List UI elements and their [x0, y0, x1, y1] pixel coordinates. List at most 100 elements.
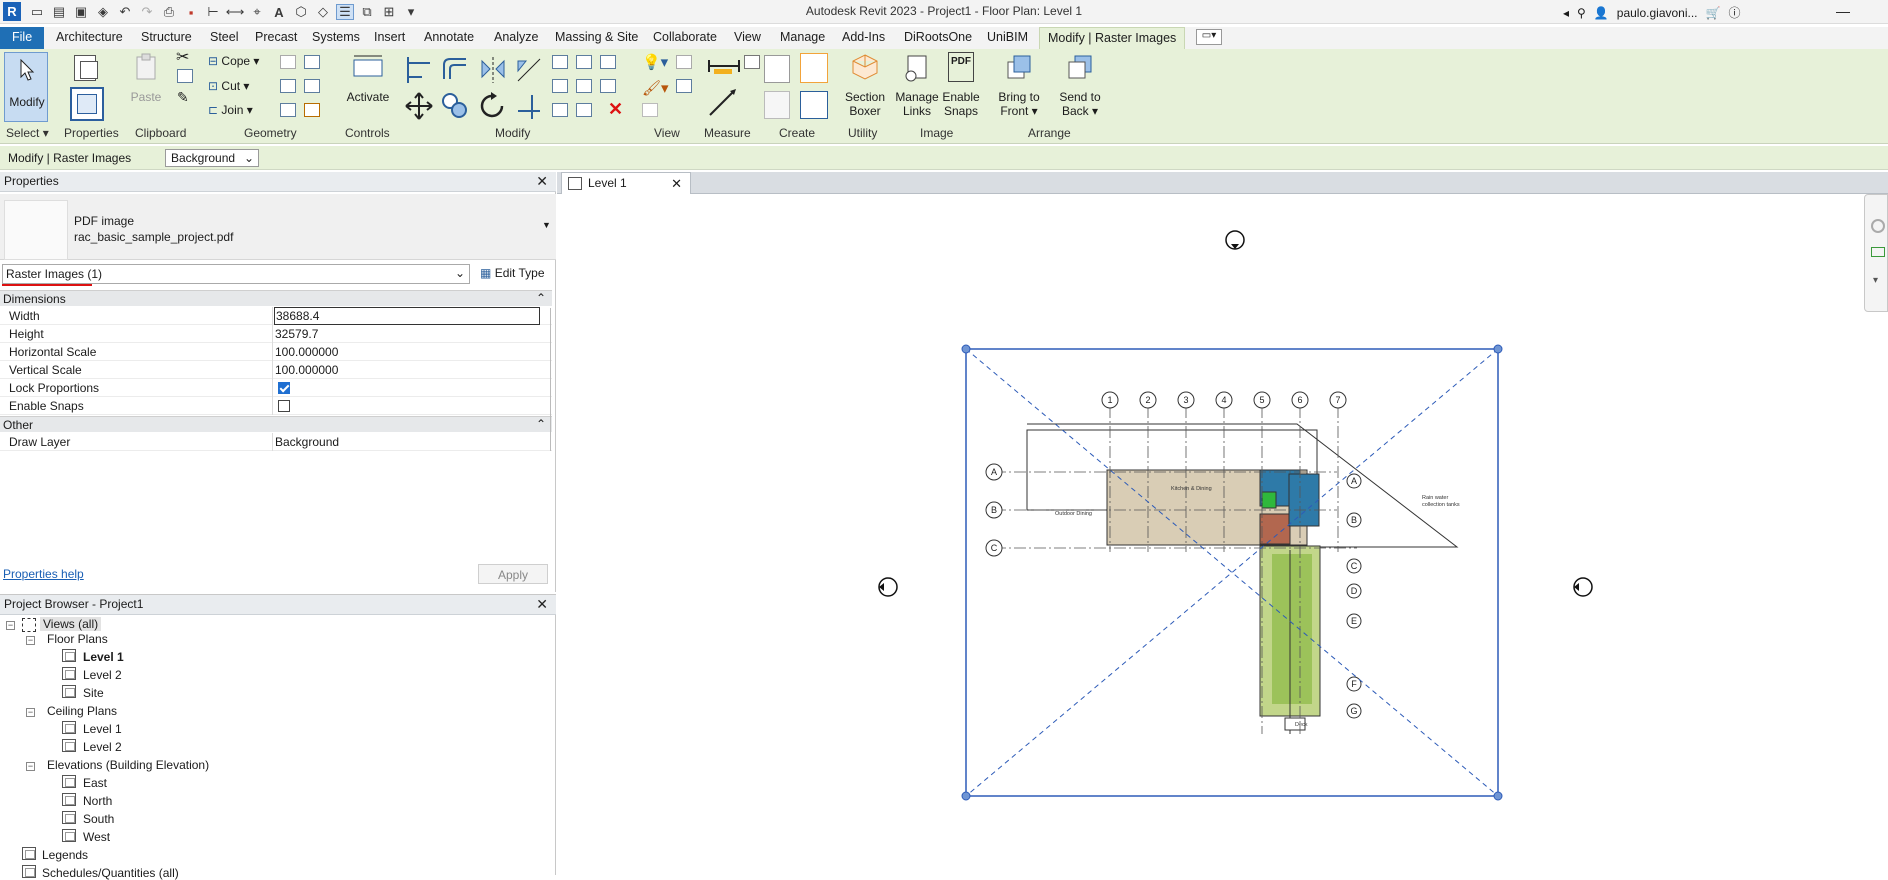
activate-button[interactable]: Activate [344, 52, 392, 104]
tree-floor-plan-level-1[interactable]: Level 1 [83, 650, 124, 664]
trim-single-icon[interactable] [576, 103, 592, 117]
tree-floor-plan-level-2[interactable]: Level 2 [83, 668, 122, 682]
align-icon[interactable] [404, 55, 434, 85]
hide-icon[interactable]: 💡▾ [642, 53, 668, 71]
enable-snaps-checkbox[interactable] [278, 400, 290, 412]
copy-element-icon[interactable] [440, 91, 470, 121]
width-input[interactable]: 38688.4 [274, 307, 540, 325]
array-icon[interactable] [552, 79, 568, 93]
group-dimensions[interactable]: Dimensions ⌃ [0, 290, 552, 306]
geometry-tool-2-icon[interactable] [304, 55, 320, 69]
trim-extend-icon[interactable] [514, 91, 544, 121]
rotate-icon[interactable] [478, 91, 508, 121]
measure-menu-icon[interactable] [744, 55, 760, 69]
tab-annotate[interactable]: Annotate [424, 30, 474, 44]
apply-button[interactable]: Apply [478, 564, 548, 584]
geometry-tool-3-icon[interactable] [280, 79, 296, 93]
tab-modify-raster-images[interactable]: Modify | Raster Images [1039, 27, 1186, 49]
tree-floor-plan-site[interactable]: Site [83, 686, 104, 700]
collapse-arrow-icon[interactable]: ◂ [1563, 6, 1569, 20]
close-icon[interactable]: ✕ [536, 173, 548, 190]
tab-add-ins[interactable]: Add-Ins [842, 30, 885, 44]
lock-proportions-checkbox[interactable] [278, 382, 290, 394]
paste-button[interactable]: Paste [128, 52, 164, 104]
delete-icon[interactable]: ✕ [608, 99, 623, 120]
tab-massing-site[interactable]: Massing & Site [555, 30, 638, 44]
view-tool-icon[interactable] [676, 79, 692, 93]
copy-icon[interactable] [177, 69, 193, 83]
tab-steel[interactable]: Steel [210, 30, 239, 44]
tree-elevation-south[interactable]: South [83, 812, 114, 826]
geometry-tool-1-icon[interactable] [280, 55, 296, 69]
user-name[interactable]: paulo.giavoni... [1617, 6, 1698, 20]
scale-icon[interactable] [576, 79, 592, 93]
panel-select[interactable]: Select ▾ [6, 126, 49, 140]
collapse-icon[interactable]: − [6, 621, 15, 630]
tree-schedules[interactable]: Schedules/Quantities (all) [42, 866, 179, 880]
tree-legends[interactable]: Legends [42, 848, 88, 862]
drawing-canvas[interactable]: 1 2 3 4 5 6 7 A B C A B C D E F G Outdoor Dining Kitchen… [557, 194, 1888, 875]
tree-floor-plans[interactable]: Floor Plans [47, 632, 108, 646]
close-icon[interactable]: ✕ [536, 596, 548, 613]
view-tool-2-icon[interactable] [642, 103, 658, 117]
override-icon[interactable] [676, 55, 692, 69]
type-properties-icon[interactable] [70, 53, 104, 83]
cut-scissors-icon[interactable]: ✂ [176, 47, 189, 67]
split-icon[interactable] [552, 55, 568, 69]
tree-elevation-east[interactable]: East [83, 776, 107, 790]
create-assembly-icon[interactable] [764, 91, 790, 119]
tab-options-icon[interactable]: ▭▾ [1196, 29, 1222, 45]
create-parts-icon[interactable] [800, 91, 828, 119]
tree-ceiling-plan-level-2[interactable]: Level 2 [83, 740, 122, 754]
vertical-scale-value[interactable]: 100.000000 [275, 363, 338, 377]
trim-multiple-icon[interactable] [552, 103, 568, 117]
tab-precast[interactable]: Precast [255, 30, 297, 44]
pin-icon[interactable] [600, 55, 616, 69]
bring-to-front-button[interactable]: Bring to Front ▾ [990, 52, 1048, 118]
geometry-tool-4-icon[interactable] [304, 79, 320, 93]
aligned-dimension-icon[interactable] [706, 85, 742, 119]
tree-ceiling-plan-level-1[interactable]: Level 1 [83, 722, 122, 736]
tree-elevation-west[interactable]: West [83, 830, 110, 844]
tab-unibim[interactable]: UniBIM [987, 30, 1028, 44]
draw-layer-select[interactable]: Background ⌄ [165, 149, 259, 167]
tab-view[interactable]: View [734, 30, 761, 44]
edit-type-button[interactable]: ▦ Edit Type [476, 264, 549, 284]
tab-insert[interactable]: Insert [374, 30, 405, 44]
create-group-icon[interactable] [764, 55, 790, 83]
section-boxer-button[interactable]: Section Boxer [842, 52, 888, 118]
tree-ceiling-plans[interactable]: Ceiling Plans [47, 704, 117, 718]
properties-help-link[interactable]: Properties help [3, 567, 84, 581]
move-icon[interactable] [404, 91, 434, 121]
view-tab-level-1[interactable]: Level 1 ✕ [561, 172, 691, 194]
linework-icon[interactable]: 🖌▾ [642, 79, 669, 97]
binoculars-icon[interactable]: ⚲ [1577, 6, 1586, 20]
horizontal-scale-value[interactable]: 100.000000 [275, 345, 338, 359]
collapse-icon[interactable]: − [26, 636, 35, 645]
user-icon[interactable]: 👤 [1594, 6, 1609, 20]
manage-links-button[interactable]: Manage Links [893, 52, 941, 118]
send-to-back-button[interactable]: Send to Back ▾ [1052, 52, 1108, 118]
cart-icon[interactable]: 🛒 [1706, 6, 1721, 20]
steering-wheel-icon[interactable] [1871, 219, 1885, 233]
tree-views-all[interactable]: Views (all) [40, 617, 102, 631]
modify-button[interactable]: Modify [4, 52, 48, 122]
zoom-region-icon[interactable] [1871, 247, 1885, 257]
mirror-axis-icon[interactable] [478, 55, 508, 85]
tab-dirootsone[interactable]: DiRootsOne [904, 30, 972, 44]
properties-icon[interactable] [70, 87, 104, 121]
tab-file[interactable]: File [0, 27, 45, 49]
instance-filter-select[interactable]: Raster Images (1) ⌄ [2, 264, 470, 284]
tab-manage[interactable]: Manage [780, 30, 825, 44]
enable-snaps-button[interactable]: PDF Enable Snaps [940, 52, 982, 118]
group-other[interactable]: Other ⌃ [0, 416, 552, 432]
chevron-down-icon[interactable]: ▼ [542, 220, 551, 230]
geometry-tool-5-icon[interactable] [280, 103, 296, 117]
tab-analyze[interactable]: Analyze [494, 30, 538, 44]
nav-menu-icon[interactable]: ▾ [1873, 275, 1878, 286]
split-gap-icon[interactable] [576, 55, 592, 69]
close-icon[interactable]: ✕ [671, 176, 682, 192]
tab-structure[interactable]: Structure [141, 30, 192, 44]
cut-button[interactable]: ⊡ Cut ▾ [208, 79, 249, 93]
mirror-draw-icon[interactable] [514, 55, 544, 85]
